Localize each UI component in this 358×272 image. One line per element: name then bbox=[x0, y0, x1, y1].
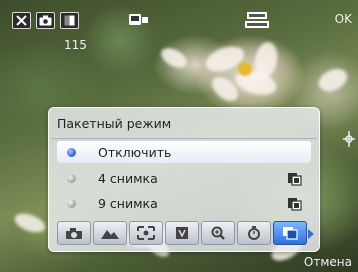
timer-icon[interactable] bbox=[237, 221, 271, 245]
burst-icon bbox=[287, 196, 303, 211]
camera-icon[interactable] bbox=[36, 12, 55, 29]
burst-mode-menu: Пакетный режим Отключить 4 снимка 9 сним… bbox=[48, 107, 320, 252]
focus-frame-icon[interactable] bbox=[129, 221, 163, 245]
option-9-shots[interactable]: 9 снимка bbox=[57, 192, 311, 214]
remaining-shots-count: 115 bbox=[64, 38, 87, 52]
menu-title: Пакетный режим bbox=[57, 116, 172, 131]
scene-mode-icon[interactable] bbox=[57, 221, 91, 245]
landscape-icon[interactable] bbox=[93, 221, 127, 245]
resolution-icon[interactable] bbox=[244, 12, 270, 29]
option-label: Отключить bbox=[98, 144, 172, 160]
option-label: 4 снимка bbox=[98, 170, 158, 186]
radio-unselected-icon[interactable] bbox=[67, 198, 76, 208]
close-icon[interactable] bbox=[12, 12, 31, 29]
burst-mode-icon[interactable] bbox=[273, 221, 314, 245]
option-label: 9 снимка bbox=[98, 195, 158, 211]
ok-button[interactable]: OK bbox=[335, 12, 352, 26]
camera-mode-icon[interactable] bbox=[128, 12, 150, 27]
radio-unselected-icon[interactable] bbox=[67, 173, 76, 183]
cancel-button[interactable]: Отмена bbox=[304, 255, 352, 269]
brightness-icon[interactable] bbox=[60, 12, 79, 29]
status-bar bbox=[0, 6, 358, 32]
burst-icon bbox=[287, 171, 303, 186]
drag-handle-icon[interactable] bbox=[342, 130, 356, 148]
settings-toolbar bbox=[57, 221, 314, 245]
next-arrow-icon[interactable] bbox=[308, 229, 314, 239]
option-4-shots[interactable]: 4 снимка bbox=[57, 167, 311, 189]
option-off[interactable]: Отключить bbox=[57, 141, 311, 163]
white-balance-icon[interactable] bbox=[165, 221, 199, 245]
zoom-icon[interactable] bbox=[201, 221, 235, 245]
radio-selected-icon[interactable] bbox=[67, 147, 76, 157]
menu-divider bbox=[51, 138, 317, 140]
